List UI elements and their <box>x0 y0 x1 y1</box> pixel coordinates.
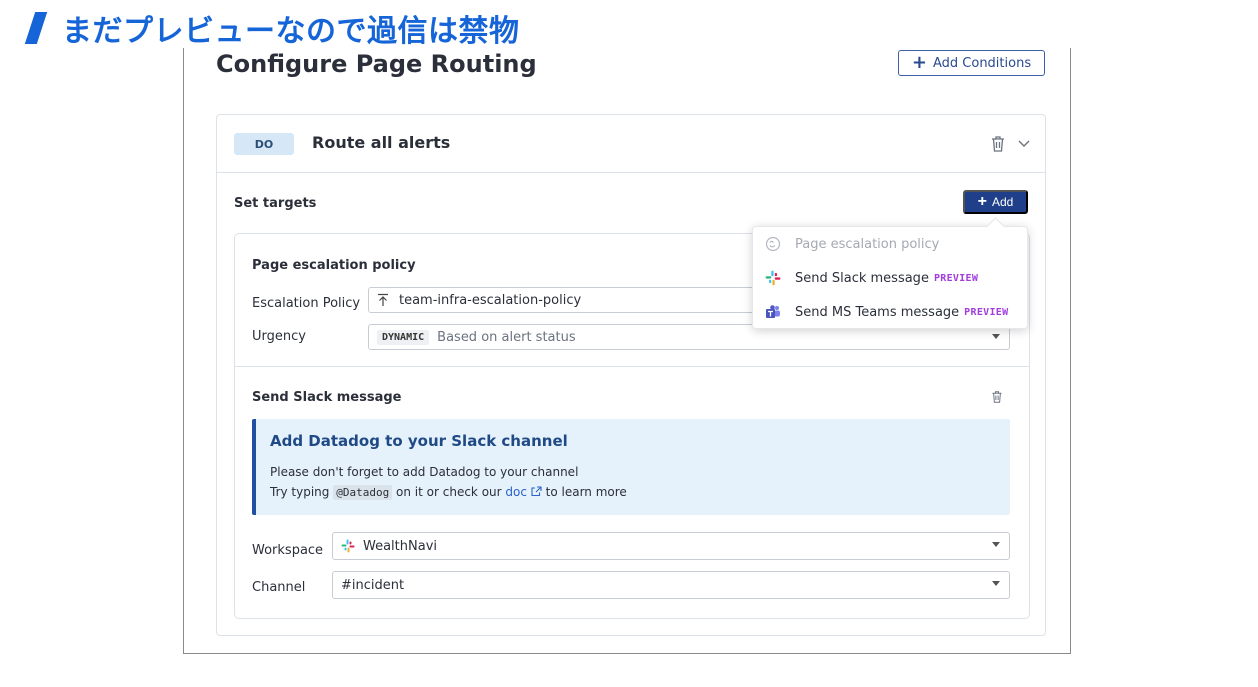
slack-section-title: Send Slack message <box>252 390 402 405</box>
info-line-1: Please don't forget to add Datadog to yo… <box>270 465 579 479</box>
workspace-value: WealthNavi <box>363 538 438 554</box>
menu-item-label: Send Slack message <box>795 270 929 286</box>
dynamic-tag: DYNAMIC <box>377 329 430 345</box>
rule-header[interactable]: DO Route all alerts <box>217 115 1045 173</box>
info-text: Try typing <box>270 485 330 499</box>
escalation-policy-label: Escalation Policy <box>252 296 361 311</box>
channel-label: Channel <box>252 580 306 595</box>
menu-item-label: Send MS Teams message <box>795 304 960 320</box>
slack-icon <box>765 270 781 286</box>
escalation-section-title: Page escalation policy <box>252 258 416 273</box>
do-badge: DO <box>234 133 294 155</box>
info-text: to learn more <box>545 485 627 499</box>
add-target-menu: Page escalation policy Send Slack messag… <box>752 226 1028 329</box>
title-accent-bar <box>24 12 48 44</box>
escalation-arrow-icon <box>378 293 388 306</box>
channel-select[interactable]: #incident <box>332 571 1010 599</box>
workspace-select[interactable]: WealthNavi <box>332 532 1010 560</box>
section-divider <box>235 366 1029 367</box>
menu-item-slack[interactable]: Send Slack message PREVIEW <box>765 267 978 289</box>
menu-item-page-escalation: Page escalation policy <box>765 233 939 255</box>
preview-tag: PREVIEW <box>964 306 1009 318</box>
menu-item-ms-teams[interactable]: Send MS Teams message PREVIEW <box>765 301 1008 323</box>
add-target-button[interactable]: + Add <box>963 190 1028 214</box>
plus-icon: + <box>977 193 987 210</box>
info-title: Add Datadog to your Slack channel <box>270 432 568 450</box>
preview-tag: PREVIEW <box>933 272 979 284</box>
escalation-icon <box>765 236 781 252</box>
escalation-policy-value: team-infra-escalation-policy <box>399 292 582 308</box>
caret-down-icon <box>992 334 1000 339</box>
chevron-down-icon[interactable] <box>1017 137 1031 149</box>
add-target-label: Add <box>991 195 1014 209</box>
page-title: Configure Page Routing <box>216 50 537 78</box>
trash-icon[interactable] <box>991 390 1003 404</box>
menu-item-label: Page escalation policy <box>795 236 940 252</box>
caret-down-icon <box>992 581 1000 586</box>
plus-icon: + <box>911 52 927 73</box>
urgency-label: Urgency <box>252 329 306 344</box>
channel-value: #incident <box>341 577 405 593</box>
caret-down-icon <box>992 542 1000 547</box>
info-line-2: Try typing @Datadog on it or check our d… <box>270 485 627 500</box>
slide-title: まだプレビューなので過信は禁物 <box>20 8 520 49</box>
add-conditions-label: Add Conditions <box>932 55 1032 71</box>
add-conditions-button[interactable]: + Add Conditions <box>898 50 1045 76</box>
rule-card: DO Route all alerts Set targets + Add Pa… <box>216 114 1046 636</box>
trash-icon[interactable] <box>990 135 1006 153</box>
slack-icon <box>341 539 355 553</box>
info-text: on it or check our <box>396 485 502 499</box>
rule-title: Route all alerts <box>312 133 451 152</box>
external-link-icon[interactable] <box>531 486 542 497</box>
urgency-value: Based on alert status <box>437 329 576 345</box>
datadog-mention-code: @Datadog <box>333 485 393 500</box>
workspace-label: Workspace <box>252 543 324 558</box>
slack-info-callout: Add Datadog to your Slack channel Please… <box>252 419 1010 515</box>
slide-title-text: まだプレビューなので過信は禁物 <box>62 14 520 49</box>
set-targets-label: Set targets <box>234 196 317 211</box>
doc-link[interactable]: doc <box>505 485 527 499</box>
teams-icon <box>766 305 780 318</box>
